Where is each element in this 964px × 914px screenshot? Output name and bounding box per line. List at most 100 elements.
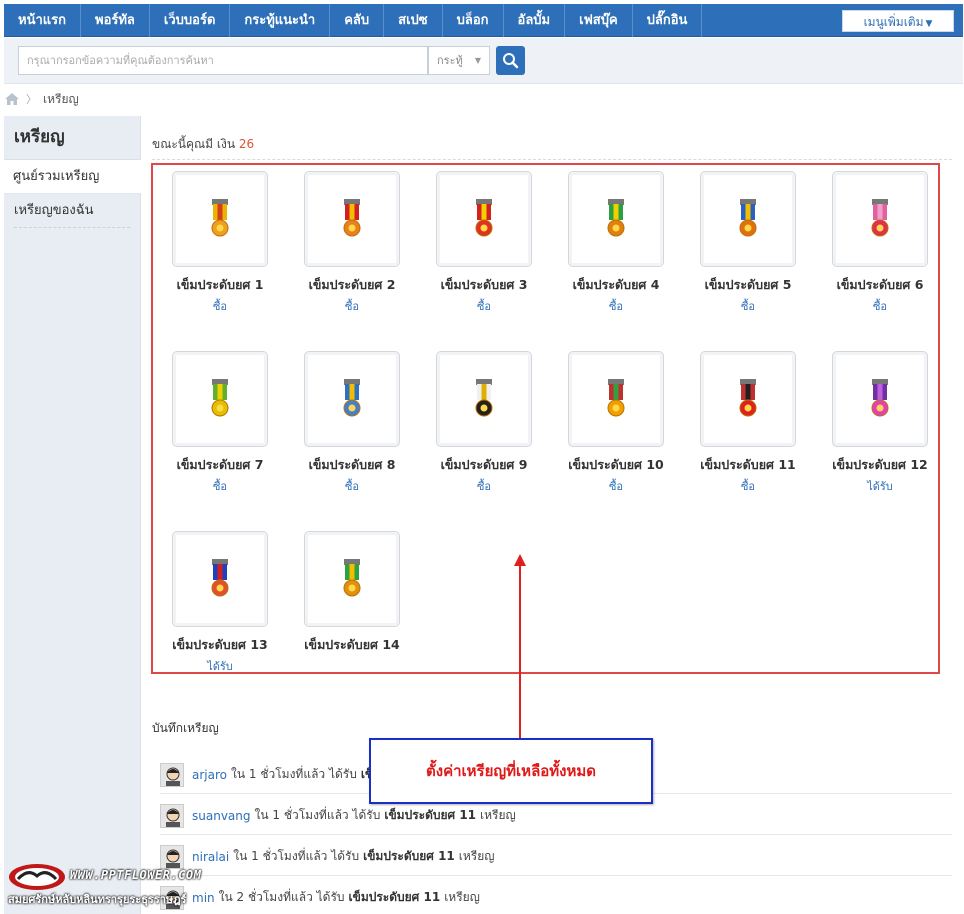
medal-icon bbox=[871, 199, 889, 237]
medal-tile[interactable] bbox=[304, 351, 400, 447]
medal-name: เข็มประดับยศ 5 bbox=[704, 277, 792, 292]
medal-name: เข็มประดับยศ 3 bbox=[440, 277, 528, 292]
user-avatar-icon bbox=[166, 808, 180, 827]
medal-icon bbox=[475, 379, 493, 417]
medal-icon bbox=[607, 199, 625, 237]
log-user-link[interactable]: arjaro bbox=[192, 768, 227, 782]
search-scope-select[interactable]: กระทู้ ▼ bbox=[428, 46, 490, 75]
watermark: WWW.PPTFLOWER.COM สมยศรักษ์หลับหลินทรารุ… bbox=[8, 858, 218, 912]
log-user-link[interactable]: suanvang bbox=[192, 809, 251, 823]
medal-item: เข็มประดับยศ 13 ได้รับ bbox=[154, 531, 286, 675]
buy-link[interactable]: ซื้อ bbox=[418, 477, 550, 495]
search-bar: กระทู้ ▼ bbox=[4, 38, 963, 84]
buy-link[interactable]: ซื้อ bbox=[418, 297, 550, 315]
medal-name: เข็มประดับยศ 8 bbox=[308, 457, 396, 472]
top-nav: หน้าแรก พอร์ทัล เว็บบอร์ด กระทู้แนะนำ คลับ สเ… bbox=[4, 4, 963, 37]
breadcrumb-separator: 〉 bbox=[26, 93, 37, 106]
nav-item-2[interactable]: เว็บบอร์ด bbox=[150, 4, 231, 37]
search-button[interactable] bbox=[496, 46, 525, 75]
log-suffix: เหรียญ bbox=[480, 808, 516, 822]
log-text: ใน 1 ชั่วโมงที่แล้ว ได้รับ bbox=[231, 767, 357, 781]
medal-item: เข็มประดับยศ 11 ซื้อ bbox=[682, 351, 814, 495]
balance-label: ขณะนี้คุณมี เงิน bbox=[152, 137, 236, 151]
medal-tile[interactable] bbox=[832, 351, 928, 447]
medal-item: เข็มประดับยศ 9 ซื้อ bbox=[418, 351, 550, 495]
medal-item: เข็มประดับยศ 14 bbox=[286, 531, 418, 657]
medal-grid-highlight: เข็มประดับยศ 1 ซื้อ เข็มประดับยศ 2 ซื้อ เข็ม… bbox=[151, 163, 940, 674]
divider bbox=[152, 159, 952, 160]
nav-item-1[interactable]: พอร์ทัล bbox=[81, 4, 150, 37]
medal-name: เข็มประดับยศ 4 bbox=[572, 277, 660, 292]
log-row: niralai ใน 1 ชั่วโมงที่แล้ว ได้รับ เข็มประ… bbox=[160, 838, 952, 876]
buy-link[interactable]: ซื้อ bbox=[154, 477, 286, 495]
medal-icon bbox=[871, 379, 889, 417]
buy-link[interactable]: ซื้อ bbox=[682, 477, 814, 495]
medal-tile[interactable] bbox=[700, 171, 796, 267]
medal-icon bbox=[211, 199, 229, 237]
medal-name: เข็มประดับยศ 14 bbox=[304, 637, 400, 652]
log-medal-name: เข็มประดับยศ 11 bbox=[348, 890, 441, 904]
balance-amount: 26 bbox=[238, 137, 255, 151]
sidebar-item-my-medals[interactable]: เหรียญของฉัน bbox=[14, 194, 130, 228]
medal-icon bbox=[475, 199, 493, 237]
nav-item-6[interactable]: บล็อก bbox=[443, 4, 504, 37]
home-icon[interactable] bbox=[4, 92, 20, 106]
nav-items: หน้าแรก พอร์ทัล เว็บบอร์ด กระทู้แนะนำ คลับ สเ… bbox=[4, 4, 703, 37]
buy-link[interactable]: ซื้อ bbox=[550, 477, 682, 495]
medal-name: เข็มประดับยศ 9 bbox=[440, 457, 528, 472]
medal-tile[interactable] bbox=[832, 171, 928, 267]
search-input[interactable] bbox=[18, 46, 428, 75]
nav-item-7[interactable]: อัลบั้ม bbox=[504, 4, 566, 37]
nav-item-5[interactable]: สเปซ bbox=[384, 4, 443, 37]
buy-link[interactable]: ซื้อ bbox=[682, 297, 814, 315]
buy-link[interactable]: ซื้อ bbox=[286, 477, 418, 495]
medal-tile[interactable] bbox=[172, 171, 268, 267]
medal-tile[interactable] bbox=[172, 531, 268, 627]
more-menu-button[interactable]: เมนูเพิ่มเติม ▼ bbox=[842, 10, 954, 32]
medal-item: เข็มประดับยศ 6 ซื้อ bbox=[814, 171, 946, 315]
annotation-text: ตั้งค่าเหรียญที่เหลือทั้งหมด bbox=[426, 762, 596, 780]
more-menu-label: เมนูเพิ่มเติม bbox=[863, 15, 924, 29]
medal-tile[interactable] bbox=[304, 171, 400, 267]
buy-link[interactable]: ซื้อ bbox=[814, 297, 946, 315]
medal-item: เข็มประดับยศ 8 ซื้อ bbox=[286, 351, 418, 495]
medal-name: เข็มประดับยศ 2 bbox=[308, 277, 396, 292]
medal-name: เข็มประดับยศ 10 bbox=[568, 457, 664, 472]
buy-link[interactable]: ซื้อ bbox=[286, 297, 418, 315]
medal-item: เข็มประดับยศ 12 ได้รับ bbox=[814, 351, 946, 495]
medal-tile[interactable] bbox=[568, 171, 664, 267]
avatar[interactable] bbox=[160, 762, 184, 787]
log-text: ใน 2 ชั่วโมงที่แล้ว ได้รับ bbox=[218, 890, 345, 904]
breadcrumb: 〉 เหรียญ bbox=[4, 88, 79, 110]
medal-log-title: บันทึกเหรียญ bbox=[152, 721, 219, 735]
buy-link[interactable]: ซื้อ bbox=[154, 297, 286, 315]
search-icon bbox=[503, 53, 519, 69]
log-suffix: เหรียญ bbox=[458, 849, 495, 863]
medal-tile[interactable] bbox=[172, 351, 268, 447]
medal-tile[interactable] bbox=[436, 171, 532, 267]
medal-name: เข็มประดับยศ 11 bbox=[700, 457, 796, 472]
medal-tile[interactable] bbox=[436, 351, 532, 447]
sidebar-title: เหรียญ bbox=[4, 116, 140, 160]
avatar[interactable] bbox=[160, 803, 184, 828]
chevron-down-icon: ▼ bbox=[474, 56, 481, 65]
medal-name: เข็มประดับยศ 1 bbox=[176, 277, 264, 292]
user-avatar-icon bbox=[166, 767, 180, 786]
sidebar-item-medal-center[interactable]: ศูนย์รวมเหรียญ bbox=[4, 160, 141, 194]
caret-down-icon: ▼ bbox=[925, 19, 933, 29]
log-text: ใน 1 ชั่วโมงที่แล้ว ได้รับ bbox=[254, 808, 381, 822]
annotation-callout: ตั้งค่าเหรียญที่เหลือทั้งหมด bbox=[369, 738, 653, 804]
buy-link[interactable]: ซื้อ bbox=[550, 297, 682, 315]
medal-icon bbox=[739, 379, 757, 417]
medal-tile[interactable] bbox=[304, 531, 400, 627]
medal-icon bbox=[211, 559, 229, 597]
medal-tile[interactable] bbox=[568, 351, 664, 447]
medal-icon bbox=[211, 379, 229, 417]
nav-item-8[interactable]: เฟสบุ๊ค bbox=[565, 4, 633, 37]
nav-item-0[interactable]: หน้าแรก bbox=[4, 4, 81, 37]
nav-item-3[interactable]: กระทู้แนะนำ bbox=[230, 4, 331, 37]
medal-item: เข็มประดับยศ 5 ซื้อ bbox=[682, 171, 814, 315]
nav-item-9[interactable]: ปลั๊กอิน bbox=[633, 4, 703, 37]
nav-item-4[interactable]: คลับ bbox=[330, 4, 385, 37]
medal-tile[interactable] bbox=[700, 351, 796, 447]
